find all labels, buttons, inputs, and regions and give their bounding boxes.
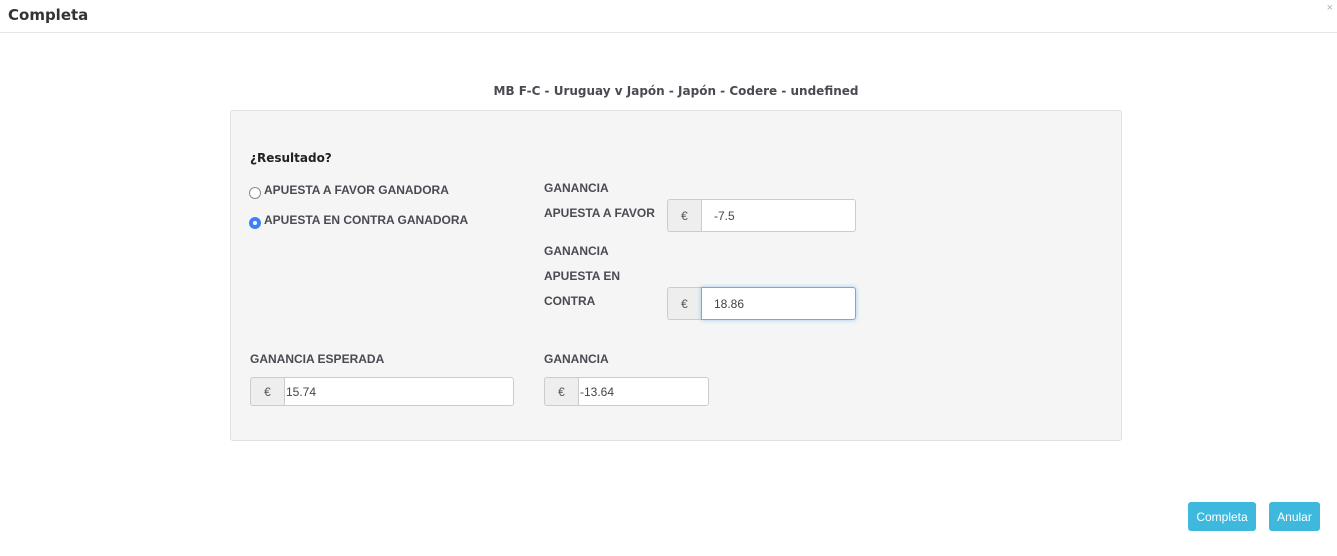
ganancia-contra-label-line1: GANANCIA — [544, 244, 609, 258]
complete-bet-modal: Completa × MB F-C - Uruguay v Japón - Ja… — [0, 0, 1337, 556]
bet-title: MB F-C - Uruguay v Japón - Japón - Coder… — [493, 84, 859, 98]
ganancia-contra-label-line2: APUESTA EN — [544, 269, 621, 283]
ganancia-favor-label-line1: GANANCIA — [544, 181, 609, 195]
euro-icon: € — [250, 377, 284, 406]
result-panel: ¿Resultado? APUESTA A FAVOR GANADORA APU… — [230, 110, 1122, 441]
close-icon[interactable]: × — [1327, 3, 1333, 14]
radio-apuesta-contra-ganadora[interactable]: APUESTA EN CONTRA GANADORA — [249, 211, 468, 229]
ganancia-esperada-label: GANANCIA ESPERADA — [250, 352, 385, 366]
complete-button[interactable]: Completa — [1188, 502, 1256, 531]
modal-title: Completa — [8, 6, 89, 24]
radio-button[interactable] — [249, 217, 261, 229]
ganancia-input[interactable] — [578, 377, 709, 406]
cancel-button[interactable]: Anular — [1269, 502, 1320, 531]
ganancia-label: GANANCIA — [544, 352, 609, 366]
ganancia-contra-input[interactable] — [701, 287, 856, 320]
euro-icon: € — [667, 287, 701, 320]
euro-icon: € — [667, 199, 701, 232]
ganancia-esperada-input-group: € — [250, 377, 514, 406]
radio-apuesta-favor-ganadora[interactable]: APUESTA A FAVOR GANADORA — [249, 181, 449, 199]
ganancia-favor-input-group: € — [667, 199, 856, 232]
ganancia-contra-input-group: € — [667, 287, 856, 320]
radio-label: APUESTA A FAVOR GANADORA — [264, 183, 449, 197]
ganancia-input-group: € — [544, 377, 709, 406]
ganancia-favor-label-line2: APUESTA A FAVOR — [544, 206, 655, 220]
radio-button[interactable] — [249, 187, 261, 199]
radio-label: APUESTA EN CONTRA GANADORA — [264, 213, 469, 227]
ganancia-contra-label-line3: CONTRA — [544, 294, 596, 308]
result-question: ¿Resultado? — [250, 151, 332, 165]
euro-icon: € — [544, 377, 578, 406]
ganancia-esperada-input[interactable] — [284, 377, 514, 406]
modal-header: Completa × — [0, 0, 1337, 33]
ganancia-favor-input[interactable] — [701, 199, 856, 232]
